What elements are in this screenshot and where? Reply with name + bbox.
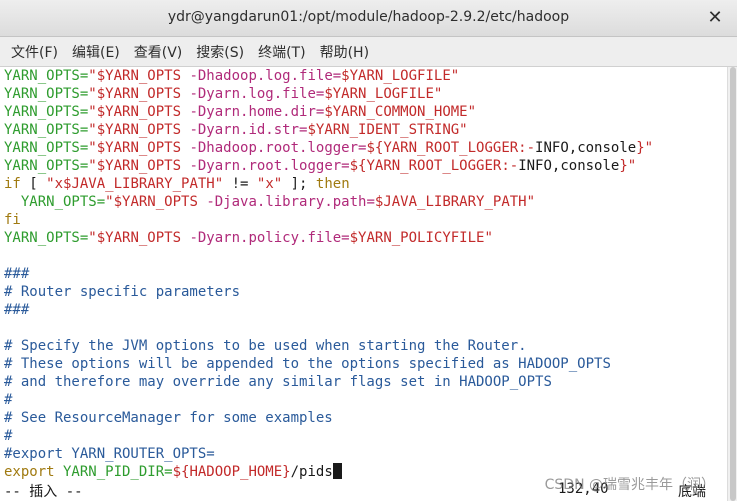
code-token: $YARN_LOGFILE" [341,68,460,84]
code-token: "x$JAVA_LIBRARY_PATH" [46,176,224,192]
menu-view[interactable]: 查看(V) [127,42,190,62]
terminal-line: YARN_OPTS="$YARN_OPTS -Dyarn.policy.file… [4,229,493,247]
code-token: INFO,console [518,158,620,174]
code-token: "$YARN_OPTS [88,68,190,84]
code-token: # Router specific parameters [4,284,241,300]
code-token: # [4,392,13,408]
code-token: YARN_OPTS= [4,158,89,174]
terminal-line: # and therefore may override any similar… [4,373,552,391]
code-token: export [4,464,55,480]
menu-search[interactable]: 搜索(S) [189,42,251,62]
code-token: /pids [290,464,333,480]
terminal-text-area[interactable]: YARN_OPTS="$YARN_OPTS -Dhadoop.log.file=… [0,67,727,501]
code-token: "$YARN_OPTS [88,104,190,120]
code-token: ${HADOOP_HOME} [172,464,291,480]
code-token: "$YARN_OPTS [88,140,190,156]
terminal-line: #export YARN_ROUTER_OPTS= [4,445,215,463]
code-token: $JAVA_LIBRARY_PATH" [374,194,536,210]
terminal-line: # These options will be appended to the … [4,355,611,373]
code-token: -Dyarn.id.str= [189,122,308,138]
terminal-line: # See ResourceManager for some examples [4,409,333,427]
code-token: INFO,console [535,140,637,156]
terminal-line: ### [4,301,29,319]
terminal-line: # Specify the JVM options to be used whe… [4,337,527,355]
code-token: ${YARN_ROOT_LOGGER:- [349,158,519,174]
code-token: YARN_OPTS= [4,194,106,210]
terminal-line: ### [4,265,29,283]
terminal-line: YARN_OPTS="$YARN_OPTS -Dyarn.log.file=$Y… [4,85,442,103]
code-token: "$YARN_OPTS [88,86,190,102]
code-token: ### [4,266,30,282]
code-token: YARN_OPTS= [4,230,89,246]
terminal-line: # [4,427,12,445]
code-token: # See ResourceManager for some examples [4,410,333,426]
window-title: ydr@yangdarun01:/opt/module/hadoop-2.9.2… [167,9,570,25]
code-token: ]; [282,176,316,192]
code-token: # and therefore may override any similar… [4,374,552,390]
code-token: $YARN_COMMON_HOME" [324,104,477,120]
terminal-line: # Router specific parameters [4,283,240,301]
menu-terminal[interactable]: 终端(T) [251,42,312,62]
code-token: "$YARN_OPTS [88,230,190,246]
title-bar[interactable]: ydr@yangdarun01:/opt/module/hadoop-2.9.2… [0,0,737,37]
code-token: != [223,176,257,192]
text-cursor [332,463,342,479]
terminal-line: # [4,391,12,409]
code-token: YARN_OPTS= [4,122,89,138]
code-token: "$YARN_OPTS [88,122,190,138]
code-token: "x" [256,176,283,192]
code-token: [ [20,176,47,192]
code-token: YARN_OPTS= [4,140,89,156]
terminal-line: fi [4,211,21,229]
menu-edit[interactable]: 编辑(E) [65,42,127,62]
terminal-window: ydr@yangdarun01:/opt/module/hadoop-2.9.2… [0,0,737,501]
terminal-line: if [ "x$JAVA_LIBRARY_PATH" != "x" ]; the… [4,175,350,193]
terminal-line: YARN_OPTS="$YARN_OPTS -Dhadoop.log.file=… [4,67,459,85]
code-token: YARN_OPTS= [4,104,89,120]
code-token: ${YARN_ROOT_LOGGER:- [366,140,536,156]
code-token: #export YARN_ROUTER_OPTS= [4,446,215,462]
csdn-watermark: CSDN @瑞雪兆丰年（润） [544,477,715,493]
code-token: then [315,176,350,192]
code-token: -Djava.library.path= [206,194,375,210]
code-token: YARN_OPTS= [4,86,89,102]
code-token: fi [4,212,21,228]
code-token: -Dyarn.root.logger= [189,158,350,174]
insert-mode-indicator: -- 插入 -- [4,484,83,500]
close-icon[interactable]: ✕ [703,6,727,30]
code-token: "$YARN_OPTS [88,158,190,174]
code-token: }" [619,158,637,174]
menu-file[interactable]: 文件(F) [4,42,65,62]
code-token: -Dhadoop.root.logger= [189,140,367,156]
scrollbar[interactable] [727,67,737,501]
code-token: YARN_PID_DIR= [54,464,173,480]
code-token: $YARN_LOGFILE" [324,86,443,102]
code-token: # [4,428,13,444]
code-token: $YARN_IDENT_STRING" [307,122,468,138]
code-token: -Dyarn.log.file= [189,86,325,102]
code-token: "$YARN_OPTS [105,194,207,210]
code-token: if [4,176,21,192]
menu-help[interactable]: 帮助(H) [313,42,376,62]
menu-bar: 文件(F) 编辑(E) 查看(V) 搜索(S) 终端(T) 帮助(H) [0,37,737,67]
terminal-line: YARN_OPTS="$YARN_OPTS -Dyarn.id.str=$YAR… [4,121,468,139]
code-token: # Specify the JVM options to be used whe… [4,338,527,354]
terminal-line: YARN_OPTS="$YARN_OPTS -Dhadoop.root.logg… [4,139,653,157]
terminal-line: YARN_OPTS="$YARN_OPTS -Djava.library.pat… [4,193,535,211]
code-token: # These options will be appended to the … [4,356,611,372]
code-token: -Dhadoop.log.file= [189,68,342,84]
terminal-line: YARN_OPTS="$YARN_OPTS -Dyarn.home.dir=$Y… [4,103,476,121]
code-token: -Dyarn.home.dir= [189,104,325,120]
terminal-line: YARN_OPTS="$YARN_OPTS -Dyarn.root.logger… [4,157,636,175]
code-token: -Dyarn.policy.file= [189,230,350,246]
scrollbar-thumb[interactable] [730,67,736,501]
code-token: YARN_OPTS= [4,68,89,84]
code-token: ### [4,302,30,318]
code-token: $YARN_POLICYFILE" [349,230,493,246]
code-token: }" [636,140,654,156]
